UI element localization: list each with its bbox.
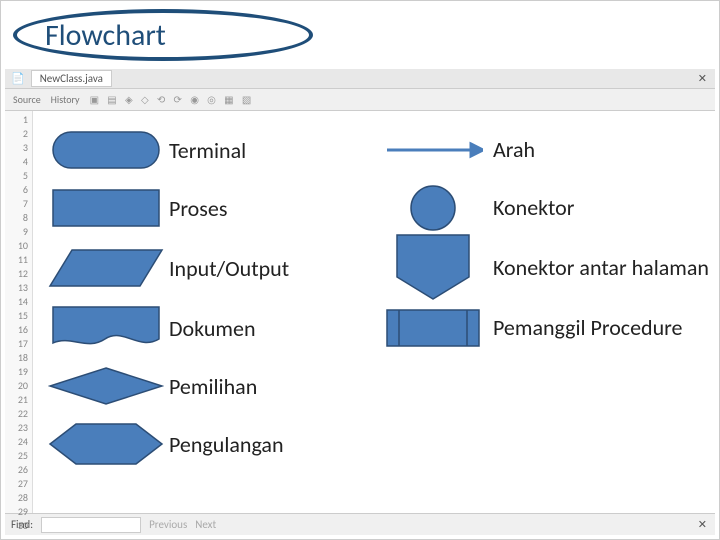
slide: Flowchart 📄 NewClass.java ✕ Source Histo…: [0, 0, 720, 540]
arrow-label: Arah: [491, 138, 709, 162]
offpage-label: Konektor antar halaman: [491, 256, 709, 280]
toolbar-icons: ▣ ▤ ◈ ◇ ⟲ ⟳ ◉ ◎ ▦ ▧: [90, 93, 255, 106]
file-icon: 📄: [11, 72, 25, 85]
legend-row: Proses Konektor: [45, 179, 709, 237]
ide-tab-row: 📄 NewClass.java ✕: [5, 69, 715, 89]
legend-row: Pemilihan: [45, 357, 709, 415]
document-shape: [45, 305, 167, 351]
document-label: Dokumen: [167, 315, 375, 342]
prev-button[interactable]: Previous: [149, 518, 187, 531]
legend-content: Terminal Arah Proses Konektor Input/Outp…: [45, 121, 709, 509]
decision-shape: [45, 366, 167, 406]
next-button[interactable]: Next: [195, 518, 216, 531]
legend-row: Terminal Arah: [45, 121, 709, 179]
legend-row: Input/Output Konektor antar halaman: [45, 237, 709, 299]
line-gutter: 12345678910 11121314151617181920 2122232…: [5, 111, 33, 513]
connector-label: Konektor: [491, 196, 709, 220]
process-shape: [45, 188, 167, 228]
title-badge: Flowchart: [13, 9, 313, 61]
ide-toolbar: Source History ▣ ▤ ◈ ◇ ⟲ ⟳ ◉ ◎ ▦ ▧: [5, 89, 715, 111]
find-input[interactable]: [41, 517, 141, 533]
find-label: Find:: [11, 518, 33, 531]
procedure-label: Pemanggil Procedure: [491, 316, 709, 340]
loop-shape: [45, 422, 167, 466]
history-tab[interactable]: History: [51, 93, 80, 106]
terminal-label: Terminal: [167, 137, 375, 164]
legend-row: Pengulangan: [45, 415, 709, 473]
arrow-shape: [375, 140, 491, 160]
decision-label: Pemilihan: [167, 373, 375, 400]
io-shape: [45, 248, 167, 288]
slide-title: Flowchart: [45, 17, 166, 54]
procedure-shape: [375, 308, 491, 348]
source-tab[interactable]: Source: [13, 93, 41, 106]
file-tab[interactable]: NewClass.java: [31, 70, 112, 87]
io-label: Input/Output: [167, 255, 375, 282]
connector-shape: [375, 183, 491, 233]
process-label: Proses: [167, 195, 375, 222]
tab-close-icon[interactable]: ✕: [698, 72, 707, 85]
loop-label: Pengulangan: [167, 431, 375, 458]
terminal-shape: [45, 130, 167, 170]
find-close-icon[interactable]: ✕: [698, 518, 707, 531]
find-bar: Find: Previous Next ✕: [5, 513, 715, 535]
offpage-shape: [375, 233, 491, 303]
legend-row: Dokumen Pemanggil Procedure: [45, 299, 709, 357]
